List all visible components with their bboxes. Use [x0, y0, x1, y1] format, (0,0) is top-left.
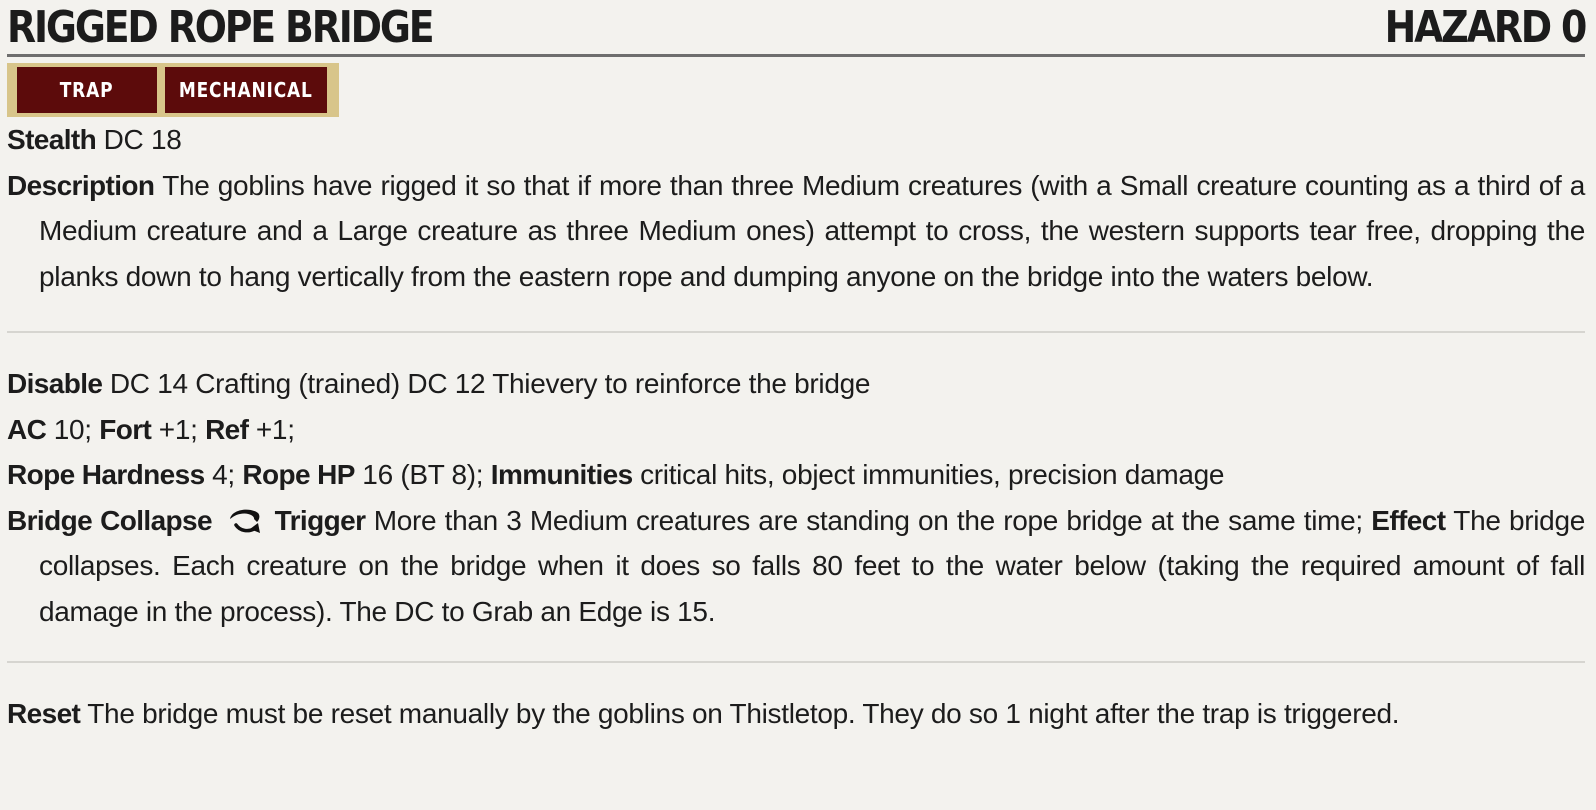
reset-label: Reset	[7, 698, 81, 729]
description-text: The goblins have rigged it so that if mo…	[39, 169, 1585, 292]
reset-text: The bridge must be reset manually by the…	[87, 698, 1400, 729]
trigger-label: Trigger	[274, 504, 366, 536]
hazard-level: HAZARD 0	[1384, 2, 1587, 53]
defenses-line: AC 10; Fort +1; Ref +1;	[7, 407, 1585, 453]
trigger-text: More than 3 Medium creatures are standin…	[373, 504, 1364, 536]
bridge-collapse-line: Bridge Collapse Trigger More than 3 Medi…	[7, 498, 1585, 635]
description-line: Description The goblins have rigged it s…	[7, 163, 1585, 300]
trait-list: TRAP MECHANICAL	[7, 63, 339, 117]
disable-text: DC 14 Crafting (trained) DC 12 Thievery …	[109, 368, 871, 399]
ac-value: 10;	[53, 413, 92, 445]
rope-line: Rope Hardness 4; Rope HP 16 (BT 8); Immu…	[7, 452, 1585, 498]
ac-label: AC	[7, 413, 47, 445]
rope-hardness-value: 4;	[212, 459, 235, 490]
rope-hp-value: 16 (BT 8);	[362, 459, 484, 490]
stat-block-header: RIGGED ROPE BRIDGE HAZARD 0	[7, 2, 1587, 57]
trait-trap[interactable]: TRAP	[17, 67, 157, 113]
disable-label: Disable	[7, 368, 103, 399]
stealth-value: DC 18	[103, 124, 182, 155]
rope-hardness-label: Rope Hardness	[7, 459, 205, 490]
stat-block: RIGGED ROPE BRIDGE HAZARD 0 TRAP MECHANI…	[7, 0, 1587, 737]
reaction-icon	[230, 509, 261, 533]
immunities-value: critical hits, object immunities, precis…	[640, 459, 1225, 490]
bridge-collapse-label: Bridge Collapse	[7, 504, 213, 536]
fort-value: +1;	[158, 413, 198, 445]
trait-mechanical[interactable]: MECHANICAL	[165, 67, 327, 113]
immunities-label: Immunities	[490, 459, 633, 490]
fort-label: Fort	[99, 413, 152, 445]
stealth-line: Stealth DC 18	[7, 117, 1585, 163]
effect-label: Effect	[1371, 504, 1446, 536]
hazard-title: RIGGED ROPE BRIDGE	[7, 2, 435, 53]
stealth-label: Stealth	[7, 124, 97, 155]
description-label: Description	[7, 169, 155, 201]
rope-hp-label: Rope HP	[242, 459, 355, 490]
ref-value: +1;	[255, 413, 295, 445]
reset-line: Reset The bridge must be reset manually …	[7, 691, 1585, 737]
disable-line: Disable DC 14 Crafting (trained) DC 12 T…	[7, 361, 1585, 407]
ref-label: Ref	[205, 413, 249, 445]
